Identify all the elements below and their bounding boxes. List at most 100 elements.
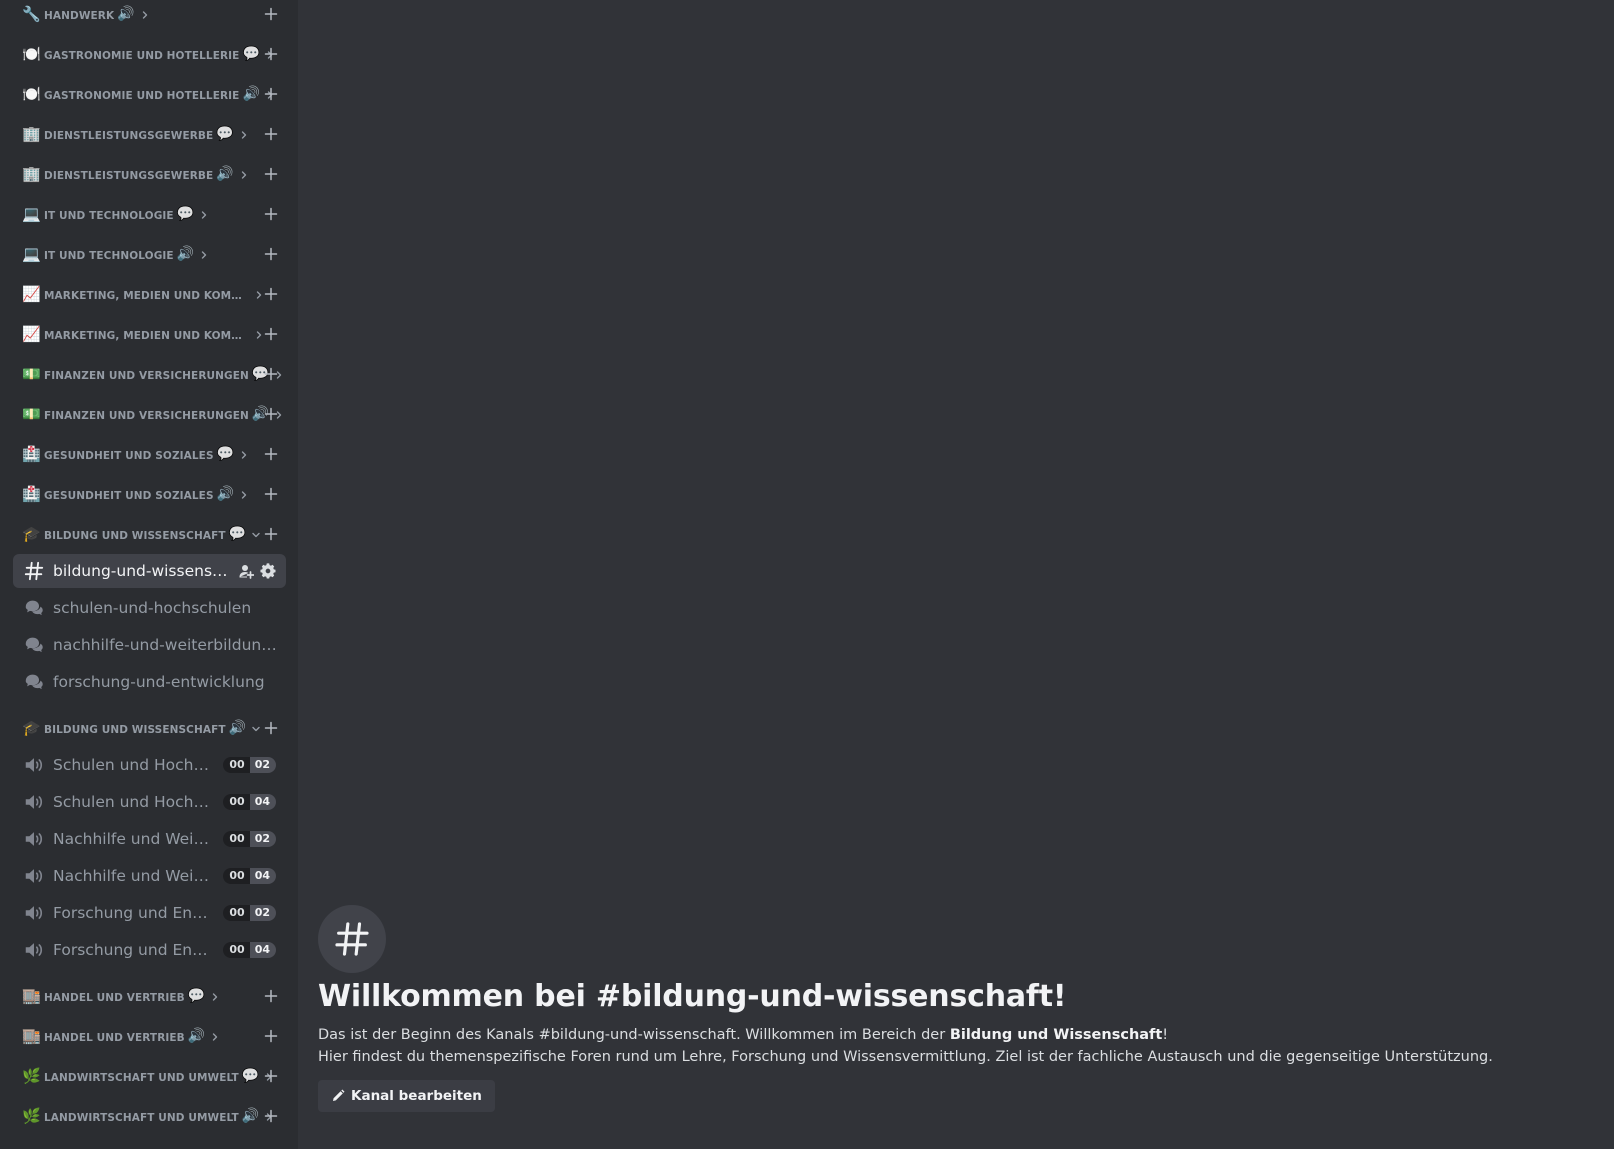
plus-icon[interactable] <box>264 167 278 181</box>
plus-icon[interactable] <box>264 989 278 1003</box>
speech-bubble-icon: 💬 <box>216 446 235 462</box>
speaker-icon: 🔊 <box>176 246 195 262</box>
plus-icon[interactable] <box>264 407 278 421</box>
category-header[interactable]: 📈Marketing, Medien und Kommuni... <box>0 274 298 314</box>
category-header[interactable]: 🍽️ Gastronomie und Hotellerie 🔊 <box>0 74 298 114</box>
plus-icon[interactable] <box>264 487 278 501</box>
voice-channel[interactable]: Nachhilfe und Weite... 00 04 <box>13 859 286 893</box>
category-header[interactable]: 💵 Finanzen und Versicherungen 🔊 <box>0 394 298 434</box>
plus-icon[interactable] <box>264 721 278 735</box>
speaker-icon: 🔊 <box>216 486 235 502</box>
category-emoji: 💻 <box>22 205 41 223</box>
user-limit-badge: 00 02 <box>223 831 276 847</box>
category-label: Handwerk <box>44 9 115 22</box>
category-emoji: 🏬 <box>22 1027 41 1045</box>
channel-label: bildung-und-wissensch... <box>53 562 231 580</box>
plus-icon[interactable] <box>264 1109 278 1123</box>
welcome-line-1-suffix: ! <box>1162 1027 1169 1043</box>
plus-icon[interactable] <box>264 1029 278 1043</box>
chevron-right-icon <box>201 210 207 219</box>
user-count: 00 <box>223 831 250 847</box>
category-label: Dienstleistungsgewerbe <box>44 129 214 142</box>
category-header[interactable]: 🏢 Dienstleistungsgewerbe 💬 <box>0 114 298 154</box>
user-limit: 04 <box>249 942 276 958</box>
category-emoji: 🍽️ <box>22 45 41 63</box>
plus-icon[interactable] <box>264 327 278 341</box>
category-header[interactable]: 💻 IT und Technologie 🔊 <box>0 234 298 274</box>
user-count: 00 <box>223 942 250 958</box>
forum-channel[interactable]: forschung-und-entwicklung <box>13 665 286 699</box>
category-emoji: 🌿 <box>22 1067 41 1085</box>
category-group-bottom: 🏬 Handel und Vertrieb 💬 🏬 Handel und Vertrie… <box>0 976 298 1136</box>
invite-member-icon[interactable] <box>238 563 254 579</box>
speaker-icon <box>25 758 43 772</box>
category-label: Gastronomie und Hotellerie <box>44 89 240 102</box>
plus-icon[interactable] <box>264 7 278 21</box>
plus-icon[interactable] <box>264 247 278 261</box>
chevron-right-icon <box>201 250 207 259</box>
category-header[interactable]: 🏥 Gesundheit und Soziales 💬 <box>0 434 298 474</box>
category-bildung-text[interactable]: 🎓 Bildung und Wissenschaft 💬 <box>0 514 298 554</box>
forum-icon <box>25 674 43 690</box>
voice-channel[interactable]: Schulen und Hochsc... 00 04 <box>13 785 286 819</box>
channel-label: Schulen und Hochsc... <box>53 793 209 811</box>
category-label: IT und Technologie <box>44 209 174 222</box>
channel-label: Nachhilfe und Weite... <box>53 830 209 848</box>
voice-channel[interactable]: Nachhilfe und Weite... 00 02 <box>13 822 286 856</box>
hashtag-icon <box>24 561 44 581</box>
category-header[interactable]: 🍽️ Gastronomie und Hotellerie 💬 <box>0 34 298 74</box>
plus-icon[interactable] <box>264 447 278 461</box>
category-header[interactable]: 🌿 Landwirtschaft und Umwelt 🔊 <box>0 1096 298 1136</box>
category-label: Gesundheit und Soziales <box>44 449 214 462</box>
category-label: Landwirtschaft und Umwelt <box>44 1111 239 1124</box>
user-limit: 04 <box>249 794 276 810</box>
category-header[interactable]: 🏬 Handel und Vertrieb 🔊 <box>0 1016 298 1056</box>
voice-channel-list: Schulen und Hochsc... 00 02 Schulen und Hoc… <box>0 748 298 967</box>
plus-icon[interactable] <box>264 1069 278 1083</box>
speaker-icon: 🔊 <box>241 1108 260 1124</box>
plus-icon[interactable] <box>264 87 278 101</box>
chevron-down-icon <box>252 726 260 731</box>
category-header[interactable]: 💵 Finanzen und Versicherungen 💬 <box>0 354 298 394</box>
plus-icon[interactable] <box>264 47 278 61</box>
plus-icon[interactable] <box>264 127 278 141</box>
channel-bildung-und-wissenschaft[interactable]: bildung-und-wissensch... <box>13 554 286 588</box>
category-emoji: 🏥 <box>22 485 41 503</box>
speaker-icon <box>25 943 43 957</box>
category-header[interactable]: 🏥 Gesundheit und Soziales 🔊 <box>0 474 298 514</box>
user-limit: 04 <box>249 868 276 884</box>
category-header[interactable]: 🏢 Dienstleistungsgewerbe 🔊 <box>0 154 298 194</box>
channel-actions <box>238 563 276 579</box>
speech-bubble-icon: 💬 <box>216 126 234 142</box>
category-header[interactable]: 💻 IT und Technologie 💬 <box>0 194 298 234</box>
plus-icon[interactable] <box>264 367 278 381</box>
user-limit-badge: 00 02 <box>223 757 276 773</box>
category-header[interactable]: 📈Marketing, Medien und Kommuni... <box>0 314 298 354</box>
plus-icon[interactable] <box>264 287 278 301</box>
category-label: Bildung und Wissenschaft <box>44 723 226 736</box>
category-header[interactable]: 🏬 Handel und Vertrieb 💬 <box>0 976 298 1016</box>
forum-channel[interactable]: nachhilfe-und-weiterbildungen <box>13 628 286 662</box>
voice-channel[interactable]: Schulen und Hochsc... 00 02 <box>13 748 286 782</box>
category-label: Gesundheit und Soziales <box>44 489 214 502</box>
edit-channel-button[interactable]: Kanal bearbeiten <box>318 1080 495 1112</box>
welcome-line-1: Das ist der Beginn des Kanals #bildung-u… <box>318 1024 1598 1046</box>
user-count: 00 <box>223 868 250 884</box>
category-header[interactable]: 🌿 Landwirtschaft und Umwelt 💬 <box>0 1056 298 1096</box>
user-limit: 02 <box>249 831 276 847</box>
category-header[interactable]: 🔧 Handwerk 🔊 <box>0 0 298 34</box>
channel-list: 🔧 Handwerk 🔊 🍽️ Gastronomie und Hotellerie 💬 🍽… <box>0 0 298 1136</box>
gear-icon[interactable] <box>260 563 276 579</box>
speech-bubble-icon: 💬 <box>241 1068 260 1084</box>
category-bildung-voice[interactable]: 🎓 Bildung und Wissenschaft 🔊 <box>0 708 298 748</box>
channel-label: Forschung und Entw... <box>53 904 209 922</box>
category-label: Landwirtschaft und Umwelt <box>44 1071 239 1084</box>
voice-channel[interactable]: Forschung und Entw... 00 04 <box>13 933 286 967</box>
voice-channel[interactable]: Forschung und Entw... 00 02 <box>13 896 286 930</box>
channel-label: Forschung und Entw... <box>53 941 209 959</box>
forum-channel[interactable]: schulen-und-hochschulen <box>13 591 286 625</box>
plus-icon[interactable] <box>264 527 278 541</box>
channel-sidebar[interactable]: 🔧 Handwerk 🔊 🍽️ Gastronomie und Hotellerie 💬 🍽… <box>0 0 298 1149</box>
category-label: IT und Technologie <box>44 249 174 262</box>
plus-icon[interactable] <box>264 207 278 221</box>
